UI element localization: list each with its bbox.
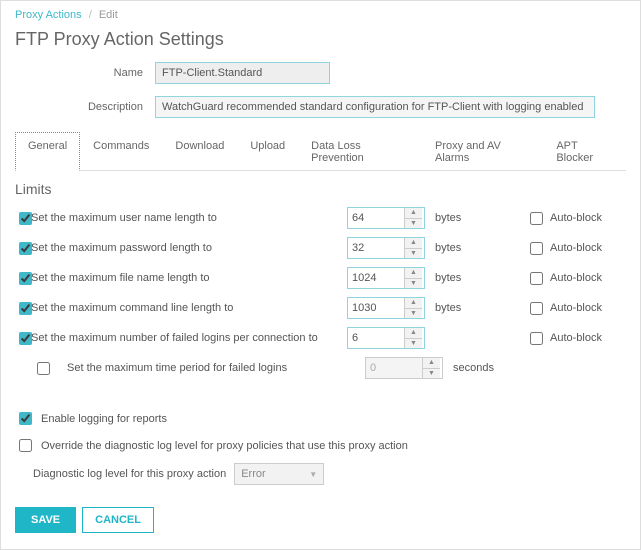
limit-spinner[interactable]: ▲▼ (347, 327, 425, 349)
override-log-checkbox[interactable] (19, 439, 32, 452)
spinner-up-icon[interactable]: ▲ (405, 328, 422, 339)
tabs: GeneralCommandsDownloadUploadData Loss P… (15, 132, 626, 171)
limit-label: Set the maximum file name length to (31, 272, 347, 284)
name-label: Name (15, 67, 155, 79)
spinner-up-icon[interactable]: ▲ (405, 238, 422, 249)
limit-spinner: ▲▼ (365, 357, 443, 379)
limit-value-input[interactable] (348, 208, 404, 228)
spinner-down-icon[interactable]: ▼ (405, 279, 422, 289)
limit-row: Set the maximum file name length to▲▼byt… (15, 263, 626, 293)
description-input[interactable] (155, 96, 595, 118)
spinner-up-icon[interactable]: ▲ (405, 268, 422, 279)
limit-value-input[interactable] (348, 238, 404, 258)
autoblock-label: Auto-block (550, 272, 602, 284)
log-level-label: Diagnostic log level for this proxy acti… (33, 468, 226, 480)
limit-row: Set the maximum password length to▲▼byte… (15, 233, 626, 263)
name-row: Name (15, 62, 626, 84)
override-log-row: Override the diagnostic log level for pr… (15, 436, 626, 455)
spinner-down-icon: ▼ (423, 369, 440, 379)
limit-unit: seconds (445, 362, 505, 374)
tab-commands[interactable]: Commands (80, 132, 162, 171)
spinner-down-icon[interactable]: ▼ (405, 219, 422, 229)
autoblock-checkbox[interactable] (530, 332, 543, 345)
tab-general[interactable]: General (15, 132, 80, 171)
limit-label: Set the maximum user name length to (31, 212, 347, 224)
limit-row: Set the maximum number of failed logins … (15, 323, 626, 353)
limit-spinner[interactable]: ▲▼ (347, 297, 425, 319)
spinner-up-icon[interactable]: ▲ (405, 208, 422, 219)
spinner-down-icon[interactable]: ▼ (405, 309, 422, 319)
limit-value-input[interactable] (348, 268, 404, 288)
limit-spinner[interactable]: ▲▼ (347, 267, 425, 289)
button-bar: SAVE CANCEL (15, 507, 626, 533)
limit-label: Set the maximum command line length to (31, 302, 347, 314)
autoblock-cell: Auto-block (526, 299, 626, 318)
spinner-up-icon: ▲ (423, 358, 440, 369)
tab-data-loss-prevention[interactable]: Data Loss Prevention (298, 132, 422, 171)
breadcrumb-link[interactable]: Proxy Actions (15, 9, 82, 21)
autoblock-label: Auto-block (550, 242, 602, 254)
limit-row: Set the maximum command line length to▲▼… (15, 293, 626, 323)
enable-logging-label: Enable logging for reports (41, 413, 167, 425)
breadcrumb: Proxy Actions / Edit (15, 9, 626, 21)
autoblock-checkbox[interactable] (530, 242, 543, 255)
limit-value-input[interactable] (348, 328, 404, 348)
cancel-button[interactable]: CANCEL (82, 507, 154, 533)
description-row: Description (15, 96, 626, 118)
override-log-label: Override the diagnostic log level for pr… (41, 440, 408, 452)
autoblock-cell: Auto-block (526, 239, 626, 258)
log-level-select[interactable]: Error ▼ (234, 463, 324, 485)
spinner-down-icon[interactable]: ▼ (405, 339, 422, 349)
limit-spinner[interactable]: ▲▼ (347, 237, 425, 259)
autoblock-cell: Auto-block (526, 269, 626, 288)
autoblock-checkbox[interactable] (530, 272, 543, 285)
limit-label: Set the maximum time period for failed l… (67, 362, 365, 374)
page-title: FTP Proxy Action Settings (15, 29, 626, 50)
autoblock-label: Auto-block (550, 332, 602, 344)
limit-value-input (366, 358, 422, 378)
tab-download[interactable]: Download (162, 132, 237, 171)
chevron-down-icon: ▼ (309, 470, 317, 479)
tab-proxy-and-av-alarms[interactable]: Proxy and AV Alarms (422, 132, 543, 171)
autoblock-label: Auto-block (550, 302, 602, 314)
description-label: Description (15, 101, 155, 113)
limit-value-input[interactable] (348, 298, 404, 318)
log-level-value: Error (241, 468, 265, 480)
spinner-up-icon[interactable]: ▲ (405, 298, 422, 309)
limit-unit: bytes (427, 242, 487, 254)
limit-label: Set the maximum number of failed logins … (31, 332, 347, 344)
enable-logging-checkbox[interactable] (19, 412, 32, 425)
log-level-row: Diagnostic log level for this proxy acti… (33, 463, 626, 485)
limit-label: Set the maximum password length to (31, 242, 347, 254)
name-input[interactable] (155, 62, 330, 84)
limits-list: Set the maximum user name length to▲▼byt… (15, 203, 626, 383)
limit-unit: bytes (427, 302, 487, 314)
tab-upload[interactable]: Upload (237, 132, 298, 171)
page-container: Proxy Actions / Edit FTP Proxy Action Se… (0, 0, 641, 550)
breadcrumb-current: Edit (99, 9, 118, 21)
spinner-down-icon[interactable]: ▼ (405, 249, 422, 259)
limit-spinner[interactable]: ▲▼ (347, 207, 425, 229)
enable-logging-row: Enable logging for reports (15, 409, 626, 428)
limits-title: Limits (15, 181, 626, 197)
autoblock-cell: Auto-block (526, 209, 626, 228)
limit-row: Set the maximum time period for failed l… (15, 353, 626, 383)
save-button[interactable]: SAVE (15, 507, 76, 533)
limit-unit: bytes (427, 272, 487, 284)
limit-checkbox[interactable] (37, 362, 50, 375)
autoblock-checkbox[interactable] (530, 212, 543, 225)
autoblock-label: Auto-block (550, 212, 602, 224)
limit-row: Set the maximum user name length to▲▼byt… (15, 203, 626, 233)
breadcrumb-sep: / (89, 9, 92, 21)
limit-unit: bytes (427, 212, 487, 224)
autoblock-checkbox[interactable] (530, 302, 543, 315)
tab-apt-blocker[interactable]: APT Blocker (543, 132, 626, 171)
autoblock-cell: Auto-block (526, 329, 626, 348)
